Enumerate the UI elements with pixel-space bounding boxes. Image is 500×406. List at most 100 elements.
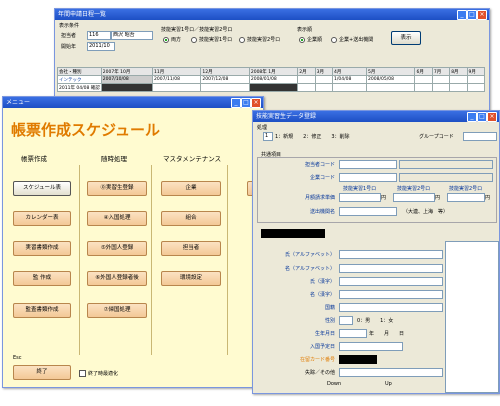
entry-date-input[interactable] [339,342,403,351]
table-row[interactable]: 2011年 04/08 確認 [57,83,486,92]
company-master-button[interactable]: 企業 [161,181,221,196]
nationality-input[interactable] [339,303,443,312]
company-code-label: 企業コード [309,175,335,181]
given-kanji-input[interactable] [339,290,443,299]
header-cell: 5月 [366,67,416,76]
dob-units: 年 月 日 [369,331,405,337]
yen-unit: 円 [435,195,441,201]
training-docs-button[interactable]: 実習書類作成 [13,241,71,256]
surname-alpha-label: 氏（アルファベット） [285,252,335,258]
radio-type1[interactable]: 技能実習1号ロ [191,36,232,43]
radio-icon [239,36,245,43]
disappearance-input[interactable] [339,368,443,377]
group-code-field[interactable] [463,132,497,141]
date-cell: 2008/01/08 [248,75,299,84]
union-master-button[interactable]: 組合 [161,211,221,226]
staff-master-button[interactable]: 担当者 [161,241,221,256]
maximize-button[interactable]: □ [477,112,487,122]
date-cell: 2007/11/08 [151,75,202,84]
radio-company-order[interactable]: 企業順 [299,36,322,43]
given-alpha-label: 名（アルファベット） [285,266,335,272]
alien-register-button[interactable]: ⑤外国人登録 [87,241,147,256]
annual-schedule-titlebar[interactable]: 年間申請日程一覧 _ □ × [55,9,489,20]
staff-name-output [399,160,493,169]
close-button[interactable]: × [487,112,497,122]
date-cell [366,83,416,92]
surname-alpha-input[interactable] [339,250,443,259]
display-order-title: 表示順 [297,27,313,33]
start-year-field[interactable]: 2011/10 [87,42,115,51]
dob-input[interactable] [339,329,367,338]
staff-name-field[interactable]: 西沢 昭吾 [111,31,153,40]
company-cell[interactable]: インテック [57,75,102,84]
header-cell: 11月 [151,67,202,76]
header-cell: 2007年 10月 [100,67,154,76]
minimize-button[interactable]: _ [231,98,241,108]
calendar-button[interactable]: カレンダー表 [13,211,71,226]
header-cell: 2月 [297,67,316,76]
trainee-list-panel[interactable] [445,241,499,393]
process-field[interactable]: 1 [263,132,273,141]
residence-card-label: 在留カード番号 [299,357,335,363]
group-code-label: グループコード [419,134,454,140]
menu-titlebar[interactable]: メニュー _ □ × [3,97,263,108]
minimize-button[interactable]: _ [457,10,467,20]
display-conditions: 表示条件 担当者 116 西沢 昭吾 開始年 2011/10 技能実習1号ロ／技… [57,22,485,68]
type1-header: 技能実習1号ロ [343,186,377,192]
yen-unit: 円 [381,195,387,201]
schedule-button[interactable]: スケジュール表 [13,181,71,196]
return-process-button[interactable]: ⑦帰国処理 [87,303,147,318]
header-cell: 3月 [314,67,333,76]
alien-register-after-button[interactable]: ⑥外国人登録者後 [87,271,147,286]
maximize-button[interactable]: □ [467,10,477,20]
header-cell: 9月 [466,67,486,76]
date-cell: 2007/10/08 [100,75,154,84]
given-alpha-input[interactable] [339,264,443,273]
header-cell: 8月 [449,67,468,76]
monthly-fee-type1[interactable] [339,193,381,202]
exit-optimize-checkbox[interactable]: 終了時最適化 [79,370,118,377]
trainee-data-titlebar[interactable]: 技能実習生データ登録 _ □ × [253,111,499,122]
radio-both[interactable]: 両方 [163,36,181,43]
close-button[interactable]: × [251,98,261,108]
date-cell: 2007/12/08 [200,75,250,84]
report-create-button[interactable]: 監 作成 [13,271,71,286]
minimize-button[interactable]: _ [467,112,477,122]
radio-company-agency[interactable]: 企業+送出機関 [331,36,373,43]
surname-kanji-input[interactable] [339,277,443,286]
close-button[interactable]: × [477,10,487,20]
header-cell: 会社・種別 [57,67,102,76]
residence-card-masked [339,355,377,364]
window-title: 年間申請日程一覧 [58,11,107,18]
agency-name-input[interactable] [339,207,397,216]
process-options: 1：新規 2：修正 3：削除 [275,134,350,140]
gender-input[interactable] [339,316,353,325]
staff-code-input[interactable] [339,160,397,169]
col1-title: 帳票作成 [21,155,47,163]
entry-process-button[interactable]: ④入国処理 [87,211,147,226]
type2b-header: 技能実習2号ロ [449,186,483,192]
show-button[interactable]: 表示 [391,31,421,45]
date-cell [331,83,368,92]
company-code-input[interactable] [339,173,397,182]
table-row[interactable]: インテック 2007/10/08 2007/11/08 2007/12/08 2… [57,75,486,84]
entry-date-label: 入国予定日 [309,344,335,350]
company-sub-cell: 2011年 04/08 確認 [57,83,102,92]
maximize-button[interactable]: □ [241,98,251,108]
trainee-register-button[interactable]: ⓪実習生登録 [87,181,147,196]
esc-label: Esc [13,355,22,361]
date-cell [466,83,486,92]
audit-docs-button[interactable]: 監査書類作成 [13,303,71,318]
date-cell [414,83,433,92]
staff-code-field[interactable]: 116 [87,31,111,40]
radio-icon [331,36,337,43]
monthly-fee-type2[interactable] [393,193,435,202]
date-cell: 1/04/08 [331,75,368,84]
nationality-label: 国籍 [324,305,335,311]
settings-button[interactable]: 環境設定 [161,271,221,286]
monthly-fee-type2b[interactable] [447,193,485,202]
header-cell: 6月 [414,67,433,76]
exit-button[interactable]: 終了 [13,365,71,380]
dob-label: 生年月日 [314,331,335,337]
radio-type2[interactable]: 技能実習2号ロ [239,36,280,43]
